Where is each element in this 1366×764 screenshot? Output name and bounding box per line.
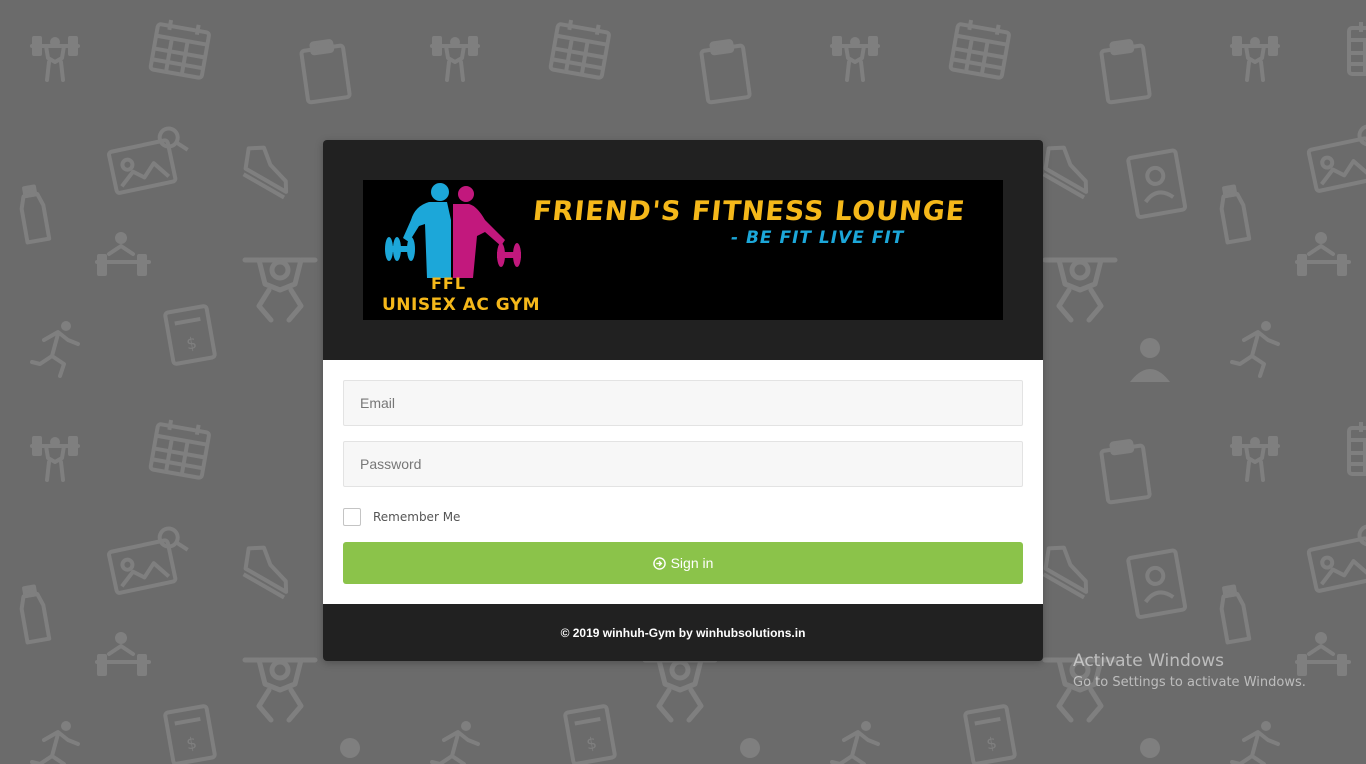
banner-tagline: - BE FIT LIVE FIT bbox=[731, 228, 905, 248]
watermark-subtitle: Go to Settings to activate Windows. bbox=[1073, 675, 1306, 690]
remember-me-label[interactable]: Remember Me bbox=[373, 510, 460, 524]
athletes-logo-icon bbox=[385, 183, 521, 278]
login-box: FFL UNISEX AC GYM FRIEND'S FITNESS LOUNG… bbox=[323, 140, 1043, 661]
banner-title: FRIEND'S FITNESS LOUNGE bbox=[531, 196, 967, 227]
login-header: FFL UNISEX AC GYM FRIEND'S FITNESS LOUNG… bbox=[323, 140, 1043, 360]
password-field[interactable] bbox=[343, 441, 1023, 487]
gym-banner: FFL UNISEX AC GYM FRIEND'S FITNESS LOUNG… bbox=[363, 180, 1003, 320]
remember-me-row: Remember Me bbox=[343, 507, 1023, 527]
email-field[interactable] bbox=[343, 380, 1023, 426]
windows-activation-watermark: Activate Windows Go to Settings to activ… bbox=[1073, 651, 1306, 690]
banner-subtitle: UNISEX AC GYM bbox=[382, 295, 541, 315]
sign-in-icon bbox=[652, 556, 666, 570]
banner-logo-text: FFL bbox=[431, 274, 467, 293]
sign-in-button[interactable]: Sign in bbox=[343, 542, 1023, 584]
copyright-text: © 2019 winhuh-Gym by winhubsolutions.in bbox=[560, 625, 806, 640]
watermark-title: Activate Windows bbox=[1073, 651, 1224, 671]
login-form: Remember Me Sign in bbox=[323, 360, 1043, 604]
remember-me-checkbox[interactable] bbox=[343, 508, 361, 526]
sign-in-label: Sign in bbox=[670, 555, 714, 571]
login-footer: © 2019 winhuh-Gym by winhubsolutions.in bbox=[323, 604, 1043, 661]
